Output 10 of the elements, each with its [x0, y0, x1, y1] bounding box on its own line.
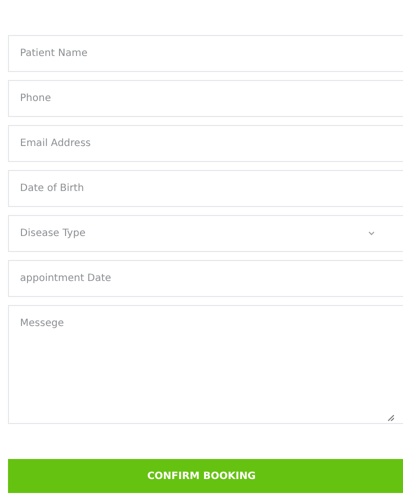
resize-grip-icon[interactable]	[388, 415, 394, 421]
input-field[interactable]: Email Address	[8, 125, 403, 162]
select-field[interactable]: Disease Type	[8, 215, 403, 252]
confirm-booking-button[interactable]: CONFIRM BOOKING	[8, 459, 403, 493]
chevron-down-icon	[368, 231, 375, 236]
input-field[interactable]: Phone	[8, 80, 403, 117]
input-field[interactable]: appointment Date	[8, 260, 403, 297]
input-field[interactable]: Date of Birth	[8, 170, 403, 207]
message-field[interactable]: Messege	[8, 305, 403, 424]
input-field[interactable]: Patient Name	[8, 35, 403, 72]
